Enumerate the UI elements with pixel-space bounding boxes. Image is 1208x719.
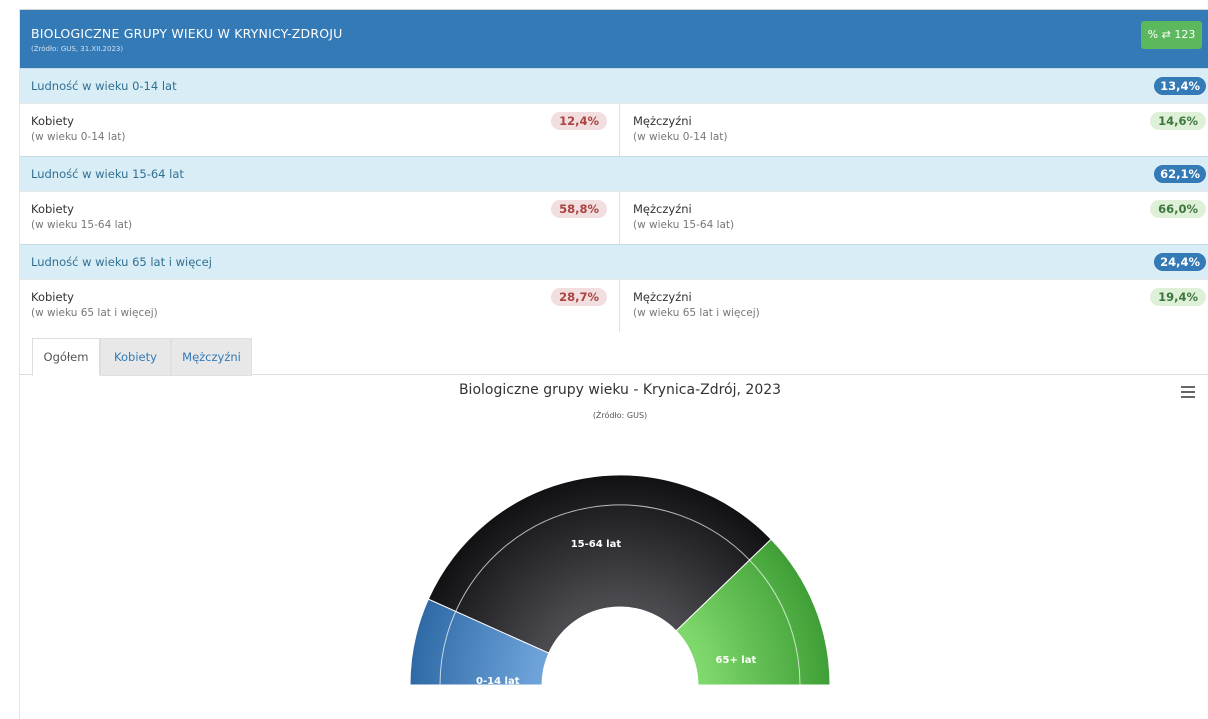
slice-label: 15-64 lat: [571, 539, 622, 550]
tab-ogolem[interactable]: Ogółem: [32, 338, 100, 376]
semi-donut-chart: 0-14 lat 15-64 lat 65+ lat: [409, 474, 831, 687]
slice-label: 0-14 lat: [476, 676, 520, 687]
slice-label: 65+ lat: [716, 655, 757, 666]
